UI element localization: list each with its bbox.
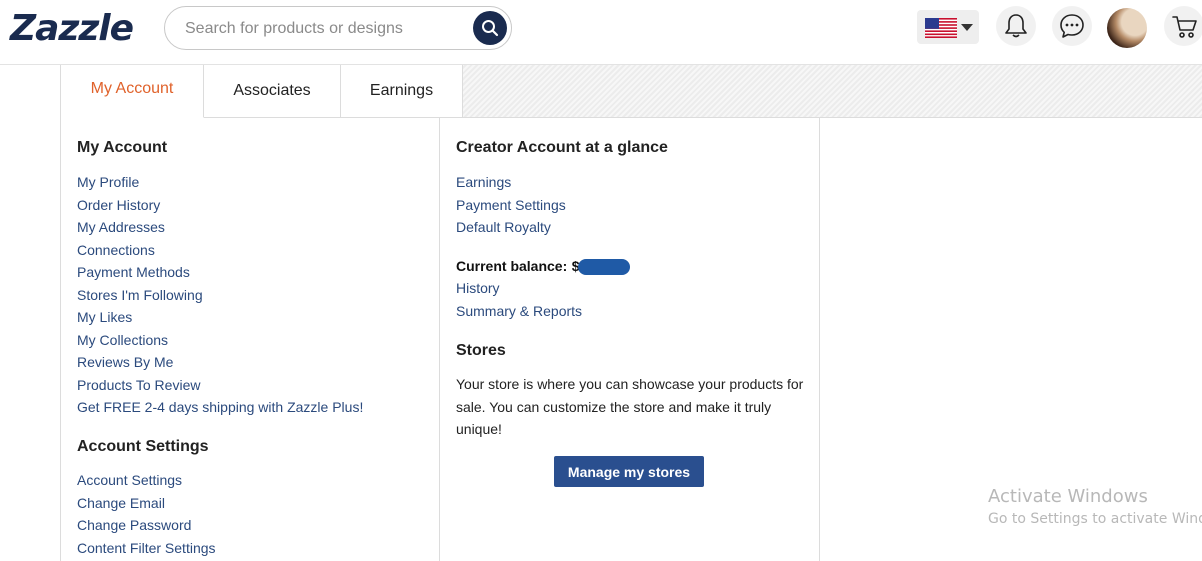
- earnings-link[interactable]: Earnings: [456, 171, 566, 194]
- creator-heading: Creator Account at a glance: [456, 139, 668, 156]
- payment-methods-link[interactable]: Payment Methods: [77, 261, 363, 284]
- chevron-down-icon: [961, 24, 973, 31]
- content-filter-settings-link[interactable]: Content Filter Settings: [77, 537, 216, 560]
- change-password-link[interactable]: Change Password: [77, 514, 216, 537]
- my-likes-link[interactable]: My Likes: [77, 306, 363, 329]
- us-flag-icon: [925, 18, 957, 38]
- products-to-review-link[interactable]: Products To Review: [77, 374, 363, 397]
- stores-heading: Stores: [456, 342, 506, 359]
- my-account-heading: My Account: [77, 139, 168, 156]
- balance-label: Current balance:: [456, 258, 568, 274]
- history-link[interactable]: History: [456, 277, 582, 300]
- messages-button[interactable]: [1052, 6, 1092, 46]
- balance-links: History Summary & Reports: [456, 277, 582, 322]
- chat-icon: [1060, 14, 1084, 38]
- search-input[interactable]: [183, 17, 467, 41]
- balance-redacted: [577, 258, 630, 275]
- change-email-link[interactable]: Change Email: [77, 492, 216, 515]
- account-settings-heading: Account Settings: [77, 438, 209, 455]
- tab-earnings[interactable]: Earnings: [340, 65, 463, 117]
- reviews-by-me-link[interactable]: Reviews By Me: [77, 351, 363, 374]
- zazzle-logo[interactable]: Zazzle: [10, 8, 134, 49]
- cart-button[interactable]: [1164, 6, 1202, 46]
- cart-icon: [1172, 16, 1197, 38]
- country-selector[interactable]: [917, 10, 979, 44]
- my-collections-link[interactable]: My Collections: [77, 329, 363, 352]
- search-bar[interactable]: [164, 6, 512, 50]
- current-balance: Current balance: $: [456, 258, 630, 276]
- my-profile-link[interactable]: My Profile: [77, 171, 363, 194]
- payment-settings-link[interactable]: Payment Settings: [456, 194, 566, 217]
- bell-icon: [1005, 14, 1027, 38]
- stores-following-link[interactable]: Stores I'm Following: [77, 284, 363, 307]
- stores-description: Your store is where you can showcase you…: [456, 376, 804, 437]
- creator-panel: Creator Account at a glance Earnings Pay…: [440, 117, 820, 561]
- manage-stores-button[interactable]: Manage my stores: [554, 456, 704, 487]
- my-account-panel: My Account My Profile Order History My A…: [60, 117, 440, 561]
- notifications-button[interactable]: [996, 6, 1036, 46]
- default-royalty-link[interactable]: Default Royalty: [456, 216, 566, 239]
- search-button[interactable]: [473, 11, 507, 45]
- activate-windows-title: Activate Windows: [988, 486, 1148, 507]
- tab-associates[interactable]: Associates: [203, 65, 341, 117]
- account-settings-links: Account Settings Change Email Change Pas…: [77, 469, 216, 559]
- activate-windows-subtitle: Go to Settings to activate Windo: [988, 511, 1202, 527]
- top-header: Zazzle: [0, 0, 1202, 65]
- zazzle-plus-link[interactable]: Get FREE 2-4 days shipping with Zazzle P…: [77, 396, 363, 419]
- creator-links: Earnings Payment Settings Default Royalt…: [456, 171, 566, 239]
- connections-link[interactable]: Connections: [77, 239, 363, 262]
- summary-reports-link[interactable]: Summary & Reports: [456, 300, 582, 323]
- order-history-link[interactable]: Order History: [77, 194, 363, 217]
- account-tabs: My Account Associates Earnings: [60, 65, 1202, 118]
- my-addresses-link[interactable]: My Addresses: [77, 216, 363, 239]
- avatar[interactable]: [1107, 8, 1147, 48]
- search-icon: [482, 20, 499, 37]
- tab-my-account[interactable]: My Account: [60, 65, 204, 118]
- my-account-links: My Profile Order History My Addresses Co…: [77, 171, 363, 419]
- account-settings-link[interactable]: Account Settings: [77, 469, 216, 492]
